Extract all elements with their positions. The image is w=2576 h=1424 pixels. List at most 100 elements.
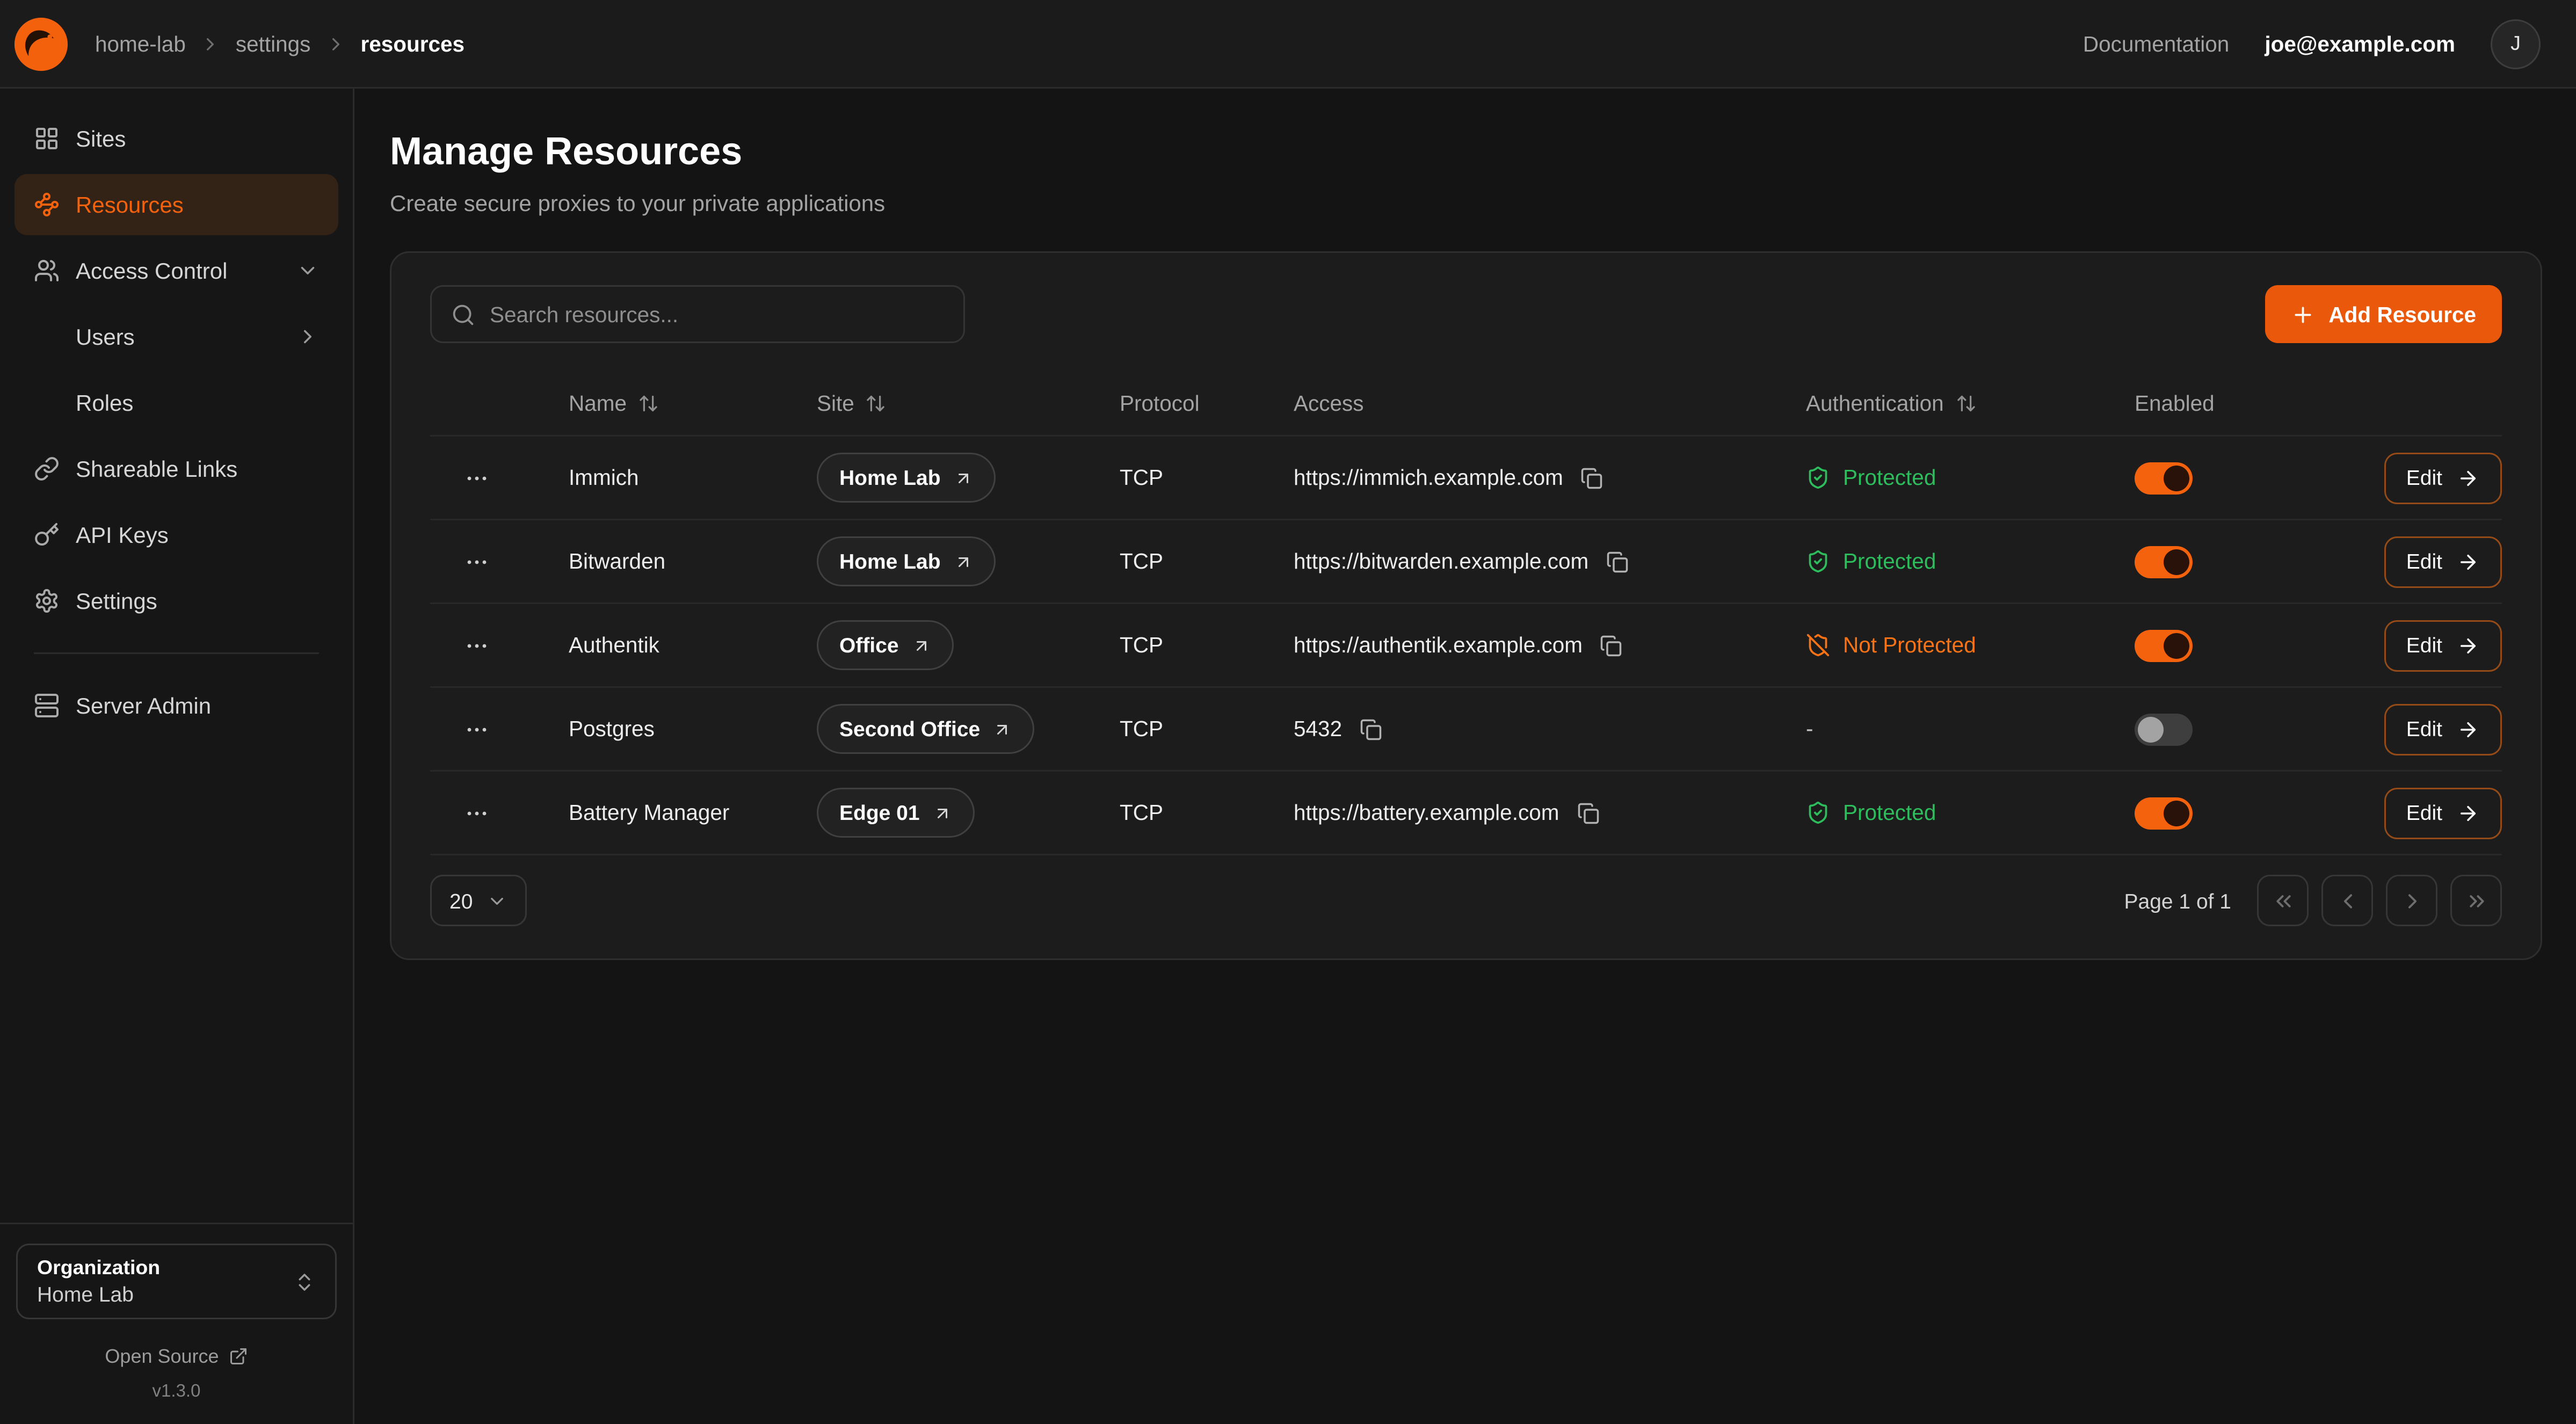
- copy-button[interactable]: [1577, 802, 1599, 824]
- column-label: Authentication: [1806, 391, 1944, 416]
- protocol-value: TCP: [1120, 633, 1281, 657]
- app-window: home-lab settings resources Documentatio…: [0, 0, 2576, 1424]
- column-label: Site: [817, 391, 854, 416]
- edit-button[interactable]: Edit: [2384, 452, 2502, 504]
- open-source-link[interactable]: Open Source: [16, 1345, 337, 1368]
- open-source-label: Open Source: [105, 1345, 219, 1368]
- edit-button[interactable]: Edit: [2384, 787, 2502, 839]
- sidebar-item-label: Users: [76, 324, 135, 350]
- sidebar-item-access-control[interactable]: Access Control: [14, 240, 338, 301]
- edit-label: Edit: [2406, 801, 2442, 825]
- sidebar-item-label: Server Admin: [76, 693, 211, 718]
- site-name: Home Lab: [839, 549, 941, 573]
- arrow-up-right-icon: [912, 636, 931, 655]
- enabled-toggle[interactable]: [2135, 546, 2193, 578]
- copy-button[interactable]: [1600, 634, 1623, 657]
- table-header-row: Name Site Protocol Access Authenticati: [430, 372, 2502, 437]
- column-header-authentication[interactable]: Authentication: [1806, 391, 2122, 416]
- site-link[interactable]: Edge 01: [817, 788, 975, 838]
- enabled-toggle[interactable]: [2135, 462, 2193, 494]
- avatar[interactable]: J: [2491, 19, 2541, 69]
- row-menu-button[interactable]: [449, 621, 504, 670]
- search-input[interactable]: [490, 302, 944, 326]
- resource-name: Battery Manager: [546, 801, 804, 825]
- arrow-up-right-icon: [954, 468, 973, 488]
- sidebar-item-api-keys[interactable]: API Keys: [14, 504, 338, 565]
- main-content: Manage Resources Create secure proxies t…: [354, 89, 2576, 1424]
- breadcrumb-settings[interactable]: settings: [236, 32, 311, 56]
- column-label: Protocol: [1120, 391, 1200, 416]
- site-link[interactable]: Second Office: [817, 704, 1035, 754]
- sidebar-item-resources[interactable]: Resources: [14, 174, 338, 235]
- edit-button[interactable]: Edit: [2384, 703, 2502, 755]
- next-page-button[interactable]: [2386, 875, 2437, 926]
- column-header-site[interactable]: Site: [817, 391, 1107, 416]
- site-link[interactable]: Home Lab: [817, 453, 996, 503]
- enabled-toggle[interactable]: [2135, 629, 2193, 662]
- copy-icon: [1581, 467, 1603, 489]
- breadcrumb-org[interactable]: home-lab: [95, 32, 186, 56]
- page-size-select[interactable]: 20: [430, 875, 527, 926]
- auth-status: -: [1806, 717, 2122, 741]
- chevrons-right-icon: [2464, 889, 2488, 913]
- sort-icon: [638, 393, 659, 414]
- auth-status: Protected: [1806, 549, 2122, 573]
- sidebar-item-shareable-links[interactable]: Shareable Links: [14, 438, 338, 499]
- row-menu-button[interactable]: [449, 537, 504, 586]
- sidebar-item-settings[interactable]: Settings: [14, 570, 338, 631]
- previous-page-button[interactable]: [2321, 875, 2373, 926]
- sidebar-item-server-admin[interactable]: Server Admin: [14, 675, 338, 736]
- row-menu-button[interactable]: [449, 705, 504, 753]
- chevron-right-icon: [200, 33, 221, 54]
- column-header-access: Access: [1294, 391, 1793, 416]
- sidebar-item-roles[interactable]: Roles: [14, 372, 338, 433]
- site-name: Office: [839, 633, 899, 657]
- copy-button[interactable]: [1360, 718, 1382, 740]
- sidebar: Sites Resources Access Control Users Rol…: [0, 89, 354, 1424]
- sidebar-item-label: Shareable Links: [76, 456, 237, 482]
- column-header-protocol: Protocol: [1120, 391, 1281, 416]
- sidebar-item-sites[interactable]: Sites: [14, 108, 338, 169]
- ellipsis-icon: [464, 633, 490, 658]
- header-actions: Documentation joe@example.com J: [2083, 19, 2541, 69]
- sidebar-item-label: Roles: [76, 390, 133, 416]
- documentation-link[interactable]: Documentation: [2083, 32, 2229, 56]
- enabled-toggle[interactable]: [2135, 713, 2193, 745]
- access-url: https://authentik.example.com: [1294, 633, 1583, 657]
- resource-name: Postgres: [546, 717, 804, 741]
- auth-status: Not Protected: [1806, 633, 2122, 657]
- organization-selector[interactable]: Organization Home Lab: [16, 1244, 337, 1319]
- site-link[interactable]: Home Lab: [817, 536, 996, 586]
- site-name: Home Lab: [839, 466, 941, 490]
- edit-label: Edit: [2406, 633, 2442, 657]
- sort-icon: [1955, 393, 1976, 414]
- enabled-toggle[interactable]: [2135, 797, 2193, 829]
- row-menu-button[interactable]: [449, 454, 504, 502]
- edit-button[interactable]: Edit: [2384, 620, 2502, 671]
- first-page-button[interactable]: [2257, 875, 2309, 926]
- breadcrumb-current: resources: [360, 32, 465, 56]
- arrow-right-icon: [2457, 550, 2479, 573]
- auth-label: Protected: [1843, 466, 1936, 490]
- page-title: Manage Resources: [390, 130, 2542, 176]
- app-logo-icon[interactable]: [13, 16, 69, 72]
- row-menu-button[interactable]: [449, 789, 504, 837]
- last-page-button[interactable]: [2450, 875, 2502, 926]
- link-icon: [34, 456, 60, 482]
- column-header-name[interactable]: Name: [546, 391, 804, 416]
- site-link[interactable]: Office: [817, 620, 954, 670]
- edit-button[interactable]: Edit: [2384, 536, 2502, 587]
- access-url: https://immich.example.com: [1294, 466, 1563, 490]
- copy-button[interactable]: [1606, 550, 1629, 573]
- sidebar-item-label: API Keys: [76, 522, 169, 548]
- search-box[interactable]: [430, 285, 965, 343]
- resources-icon: [34, 192, 60, 217]
- column-label: Access: [1294, 391, 1364, 416]
- external-link-icon: [229, 1347, 248, 1366]
- user-email: joe@example.com: [2265, 32, 2455, 56]
- sidebar-item-users[interactable]: Users: [14, 306, 338, 367]
- access-url: https://bitwarden.example.com: [1294, 549, 1588, 573]
- edit-label: Edit: [2406, 717, 2442, 741]
- add-resource-button[interactable]: Add Resource: [2266, 285, 2502, 343]
- copy-button[interactable]: [1581, 467, 1603, 489]
